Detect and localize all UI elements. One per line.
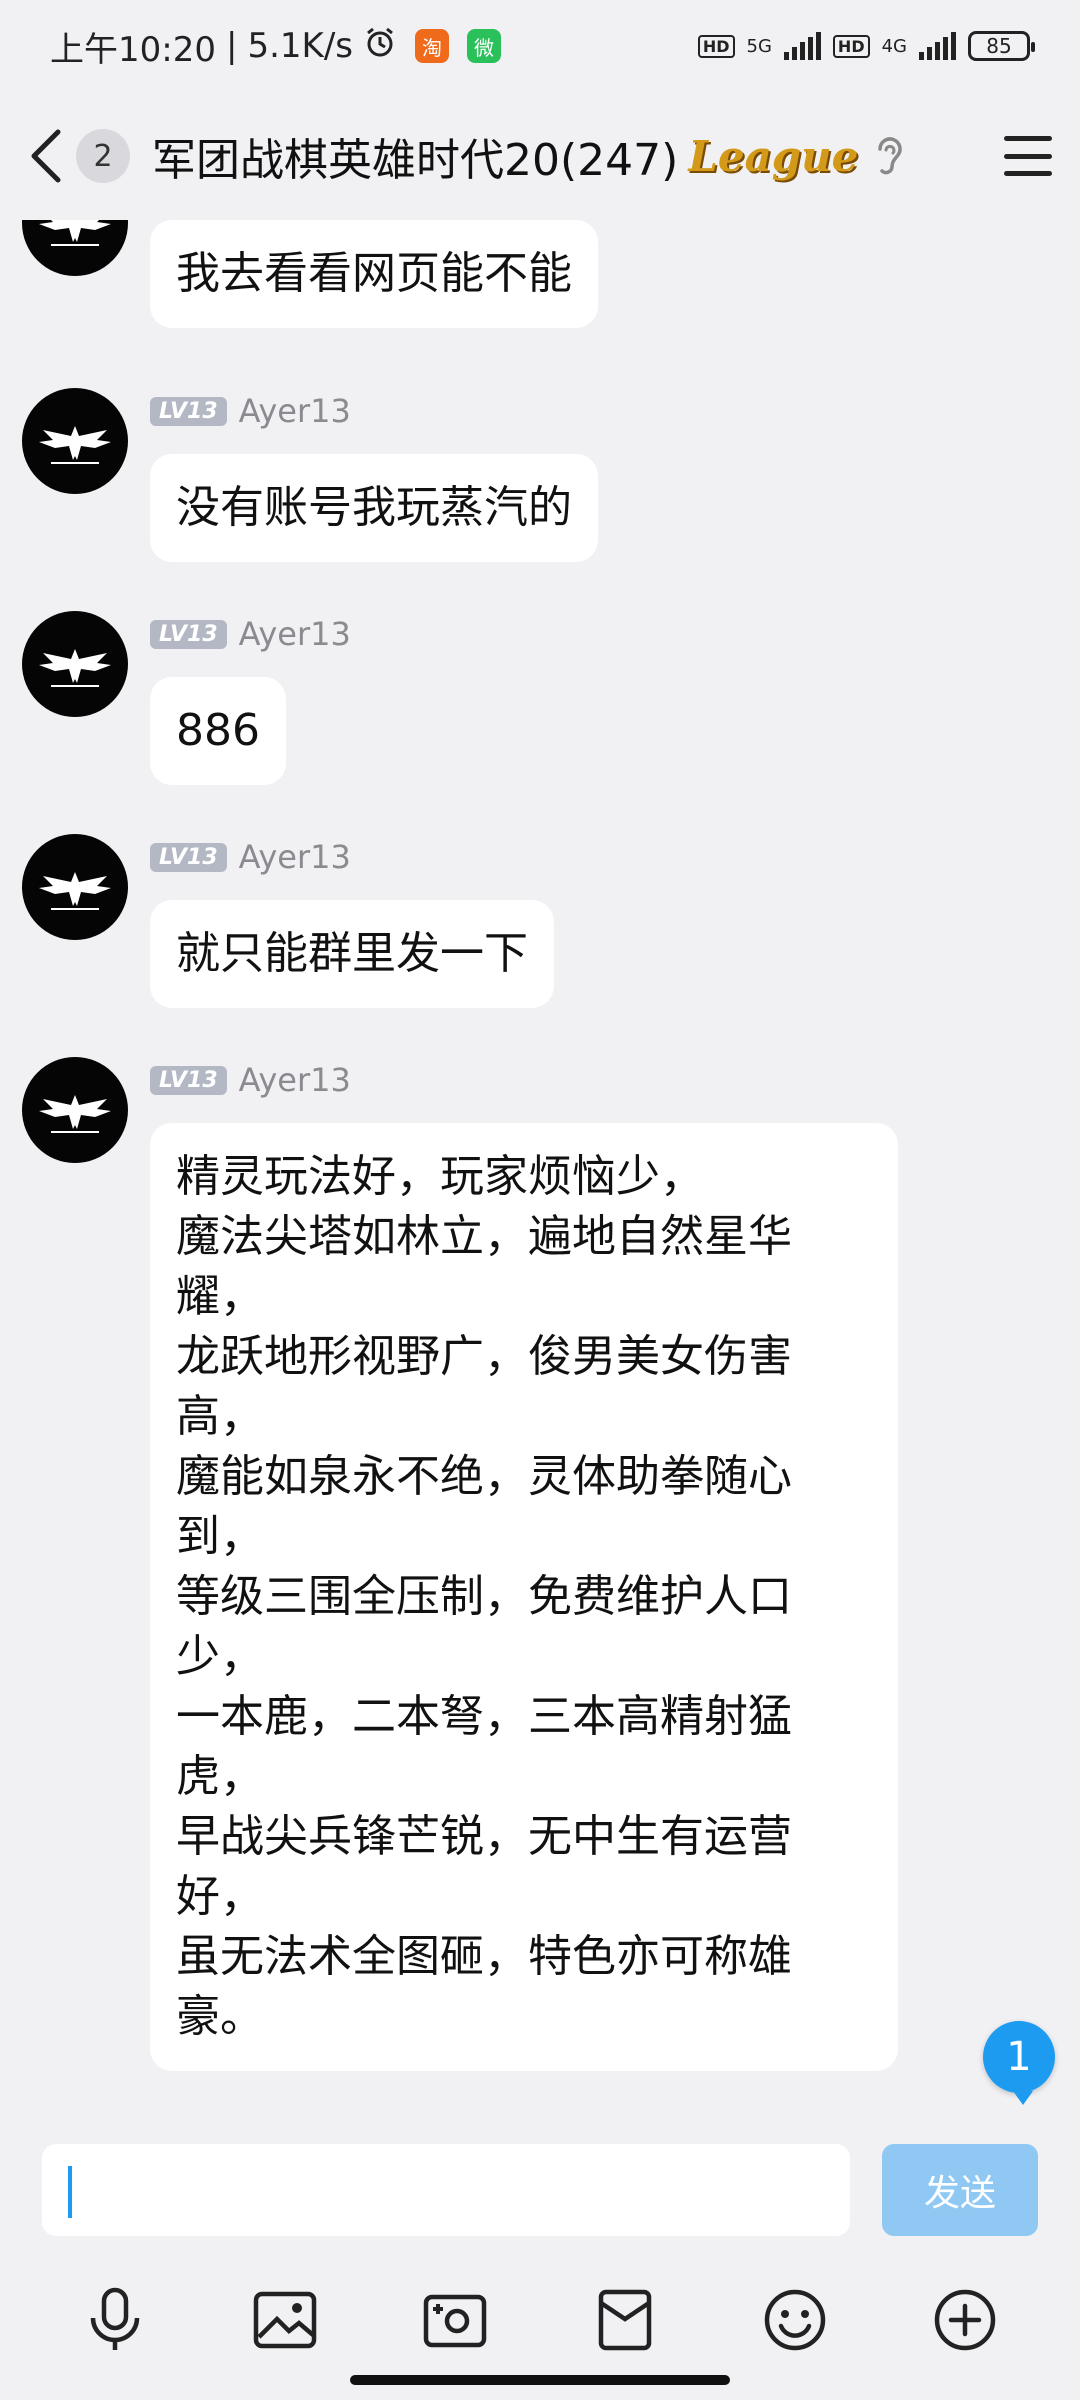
- status-bar: 上午10:20 | 5.1K/s 淘 微 HD 5G HD 4G 85: [0, 0, 1080, 92]
- message-bubble[interactable]: 886: [150, 677, 286, 785]
- message-bubble[interactable]: 就只能群里发一下: [150, 900, 554, 1008]
- avatar[interactable]: [22, 220, 128, 276]
- input-bar: 发送: [0, 2120, 1080, 2400]
- signal-icon: [919, 32, 956, 60]
- signal-icon: [783, 32, 821, 60]
- eagle-emblem-icon: [39, 426, 111, 464]
- network-speed: 5.1K/s: [247, 26, 353, 66]
- hd-icon: HD: [697, 34, 735, 58]
- taobao-app-icon: 淘: [415, 29, 449, 63]
- status-time: 上午10:20: [50, 29, 216, 70]
- input-toolbar: [0, 2270, 1080, 2370]
- sender-name[interactable]: Ayer13: [239, 392, 351, 430]
- eagle-emblem-icon: [39, 649, 111, 687]
- back-button[interactable]: [28, 126, 68, 186]
- text-caret: [68, 2166, 72, 2218]
- message-meta: LV13 Ayer13: [150, 392, 351, 430]
- message-bubble[interactable]: 精灵玩法好，玩家烦恼少， 魔法尖塔如林立，遍地自然星华 耀， 龙跃地形视野广，俊…: [150, 1123, 898, 2071]
- league-badge: League: [688, 131, 859, 181]
- eagle-emblem-icon: [39, 220, 111, 246]
- message-meta: LV13 Ayer13: [150, 1061, 351, 1099]
- chevron-left-icon: [31, 129, 61, 183]
- level-badge: LV13: [150, 396, 227, 426]
- unread-count-badge[interactable]: 2: [76, 129, 130, 183]
- microphone-icon[interactable]: [70, 2275, 160, 2365]
- wechat-app-icon: 微: [467, 29, 501, 63]
- image-icon[interactable]: [240, 2275, 330, 2365]
- network-5g-label: 5G: [746, 35, 772, 57]
- home-indicator[interactable]: [350, 2375, 730, 2385]
- message-list[interactable]: 我去看看网页能不能 LV13 Ayer13 没有账号我玩蒸汽的 LV13 Aye…: [0, 220, 1080, 2120]
- red-packet-icon[interactable]: [580, 2275, 670, 2365]
- chat-header: 2 军团战棋英雄时代20(247) League: [0, 92, 1080, 220]
- sender-name[interactable]: Ayer13: [239, 1061, 351, 1099]
- level-badge: LV13: [150, 842, 227, 872]
- message-meta: LV13 Ayer13: [150, 838, 351, 876]
- network-4g-label: 4G: [881, 35, 907, 57]
- message-input[interactable]: [42, 2144, 850, 2236]
- hd-icon: HD: [832, 34, 870, 58]
- avatar[interactable]: [22, 388, 128, 494]
- plus-icon[interactable]: [920, 2275, 1010, 2365]
- menu-icon[interactable]: [1004, 136, 1052, 176]
- message-meta: LV13 Ayer13: [150, 615, 351, 653]
- send-button[interactable]: 发送: [882, 2144, 1038, 2236]
- message-bubble[interactable]: 我去看看网页能不能: [150, 220, 598, 328]
- sender-name[interactable]: Ayer13: [239, 615, 351, 653]
- eagle-emblem-icon: [39, 1095, 111, 1133]
- eagle-emblem-icon: [39, 872, 111, 910]
- ear-icon[interactable]: [874, 133, 904, 179]
- new-message-badge[interactable]: 1: [983, 2021, 1055, 2105]
- battery-icon: 85: [968, 31, 1035, 61]
- avatar[interactable]: [22, 611, 128, 717]
- battery-level: 85: [986, 34, 1012, 58]
- sender-name[interactable]: Ayer13: [239, 838, 351, 876]
- avatar[interactable]: [22, 1057, 128, 1163]
- avatar[interactable]: [22, 834, 128, 940]
- camera-icon[interactable]: [410, 2275, 500, 2365]
- message-bubble[interactable]: 没有账号我玩蒸汽的: [150, 454, 598, 562]
- level-badge: LV13: [150, 1065, 227, 1095]
- emoji-icon[interactable]: [750, 2275, 840, 2365]
- level-badge: LV13: [150, 619, 227, 649]
- group-title[interactable]: 军团战棋英雄时代20(247): [152, 124, 678, 188]
- alarm-icon: [363, 25, 397, 68]
